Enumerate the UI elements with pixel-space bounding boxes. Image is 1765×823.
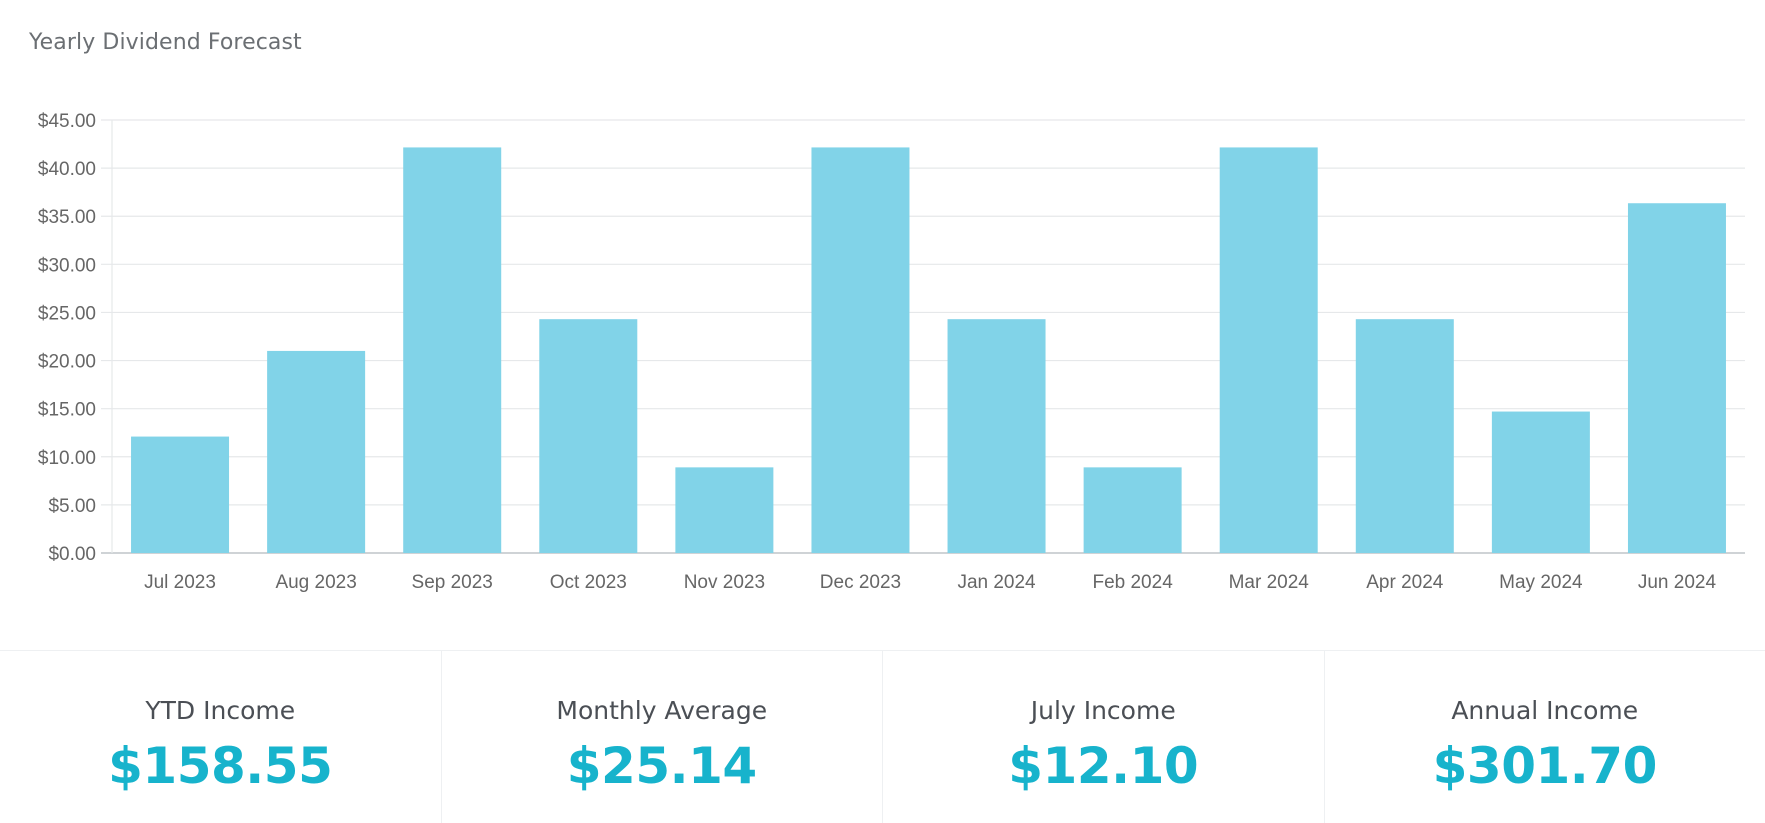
bar bbox=[675, 467, 773, 553]
stat-value: $301.70 bbox=[1433, 737, 1657, 795]
y-tick-label: $40.00 bbox=[38, 159, 96, 180]
stat-label: July Income bbox=[1031, 696, 1176, 725]
x-tick-label: Apr 2024 bbox=[1366, 572, 1444, 593]
bar bbox=[811, 147, 909, 553]
x-tick-label: Jul 2023 bbox=[144, 572, 216, 593]
x-tick-label: Feb 2024 bbox=[1092, 572, 1173, 593]
bar bbox=[539, 319, 637, 553]
stat-value: $158.55 bbox=[108, 737, 332, 795]
stat-july-income: July Income $12.10 bbox=[883, 651, 1325, 823]
stat-label: Monthly Average bbox=[556, 696, 767, 725]
bars bbox=[131, 147, 1726, 553]
bar bbox=[1628, 203, 1726, 553]
x-tick-label: May 2024 bbox=[1499, 572, 1583, 593]
stat-ytd-income: YTD Income $158.55 bbox=[0, 651, 442, 823]
x-tick-label: Aug 2023 bbox=[275, 572, 356, 593]
dividend-bar-chart: $0.00 $5.00 $10.00 $15.00 $20.00 $25.00 $30.00… bbox=[0, 0, 1765, 640]
bar bbox=[1356, 319, 1454, 553]
x-tick-label: Jan 2024 bbox=[957, 572, 1036, 593]
y-tick-label: $10.00 bbox=[38, 448, 96, 469]
y-tick-label: $25.00 bbox=[38, 303, 96, 324]
stat-value: $12.10 bbox=[1008, 737, 1198, 795]
y-tick-label: $5.00 bbox=[48, 496, 96, 517]
bar bbox=[131, 437, 229, 553]
bar bbox=[948, 319, 1046, 553]
y-tick-label: $0.00 bbox=[48, 544, 96, 565]
y-tick-label: $35.00 bbox=[38, 207, 96, 228]
stat-monthly-average: Monthly Average $25.14 bbox=[442, 651, 884, 823]
bar bbox=[1084, 467, 1182, 553]
x-tick-label: Jun 2024 bbox=[1638, 572, 1717, 593]
x-tick-label: Mar 2024 bbox=[1229, 572, 1310, 593]
x-tick-label: Nov 2023 bbox=[684, 572, 765, 593]
x-tick-label: Oct 2023 bbox=[550, 572, 627, 593]
stat-label: Annual Income bbox=[1451, 696, 1638, 725]
bar bbox=[1492, 412, 1590, 553]
y-axis-ticks: $0.00 $5.00 $10.00 $15.00 $20.00 $25.00 $30.00… bbox=[38, 111, 96, 565]
bar bbox=[1220, 147, 1318, 553]
y-tick-label: $15.00 bbox=[38, 400, 96, 421]
y-tick-label: $45.00 bbox=[38, 111, 96, 132]
y-tick-label: $20.00 bbox=[38, 352, 96, 373]
stat-annual-income: Annual Income $301.70 bbox=[1325, 651, 1765, 823]
bar bbox=[267, 351, 365, 553]
stat-value: $25.14 bbox=[567, 737, 757, 795]
x-axis-ticks: Jul 2023 Aug 2023 Sep 2023 Oct 2023 Nov 2023… bbox=[144, 572, 1716, 593]
stat-label: YTD Income bbox=[145, 696, 295, 725]
x-tick-label: Dec 2023 bbox=[820, 572, 901, 593]
y-tick-label: $30.00 bbox=[38, 255, 96, 276]
bar bbox=[403, 147, 501, 553]
income-summary: YTD Income $158.55 Monthly Average $25.1… bbox=[0, 650, 1765, 823]
x-tick-label: Sep 2023 bbox=[412, 572, 493, 593]
